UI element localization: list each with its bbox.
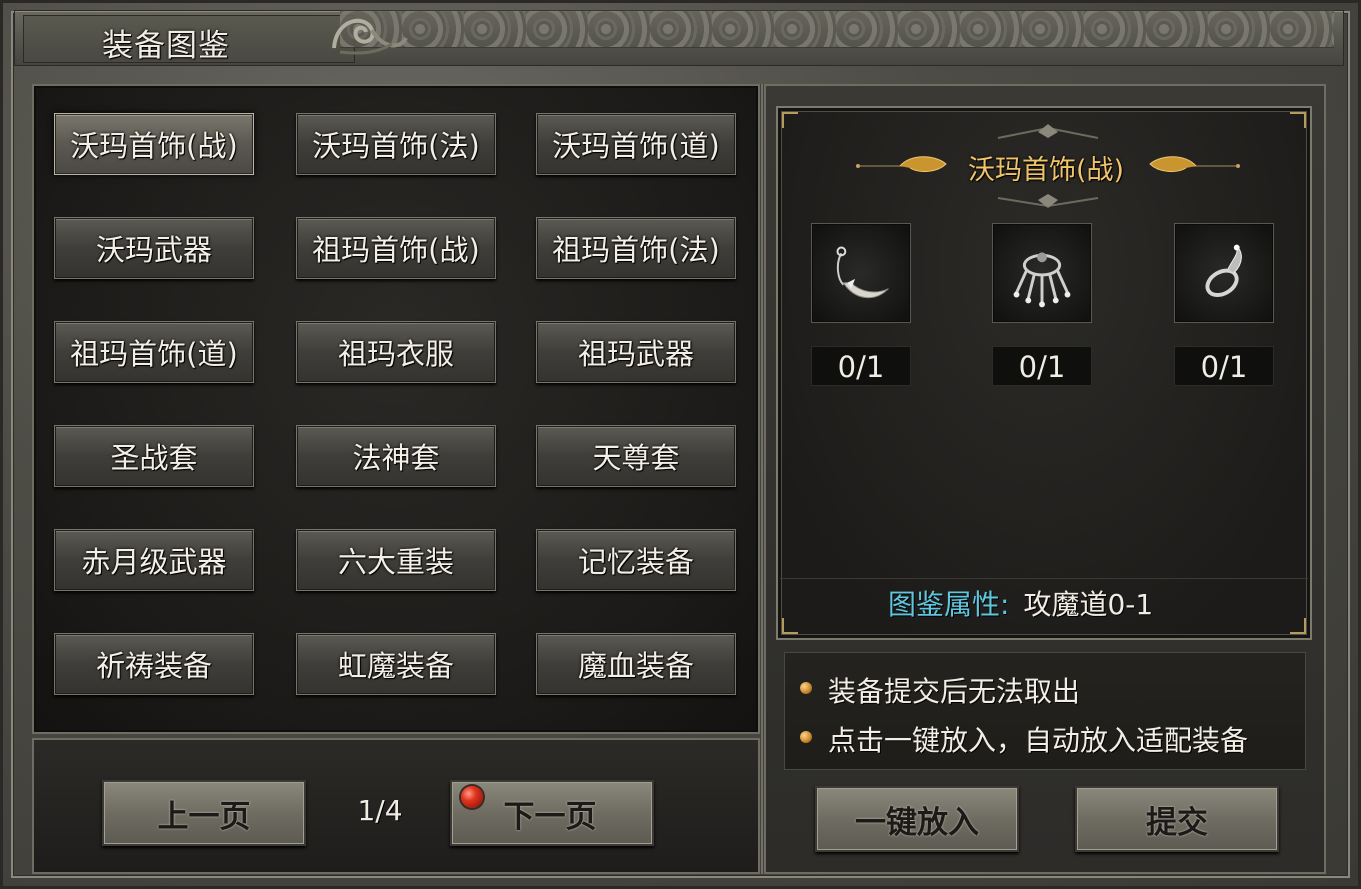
attribute-line: 图鉴属性: 攻魔道0-1: [888, 583, 1153, 623]
category-button[interactable]: 沃玛首饰(战): [54, 113, 254, 175]
attribute-divider: [780, 578, 1308, 579]
bracelet-icon: [1013, 252, 1071, 308]
attribute-label: 图鉴属性:: [888, 588, 1010, 621]
category-button[interactable]: 天尊套: [536, 425, 736, 487]
category-button[interactable]: 祖玛武器: [536, 321, 736, 383]
category-button[interactable]: 沃玛首饰(道): [536, 113, 736, 175]
corner-ornament-icon: [782, 618, 798, 634]
page-indicator: 1/4: [357, 794, 403, 827]
corner-ornament-icon: [1290, 618, 1306, 634]
category-button[interactable]: 魔血装备: [536, 633, 736, 695]
category-button[interactable]: 记忆装备: [536, 529, 736, 591]
category-button[interactable]: 沃玛首饰(法): [296, 113, 496, 175]
auto-place-button[interactable]: 一键放入: [815, 786, 1019, 852]
next-page-label: 下一页: [503, 798, 597, 835]
category-button[interactable]: 六大重装: [296, 529, 496, 591]
category-button[interactable]: 祖玛首饰(道): [54, 321, 254, 383]
attribute-value: 攻魔道0-1: [1023, 588, 1154, 621]
category-button[interactable]: 赤月级武器: [54, 529, 254, 591]
corner-ornament-icon: [1290, 112, 1306, 128]
category-button[interactable]: 祖玛首饰(法): [536, 217, 736, 279]
item-slot[interactable]: [992, 223, 1092, 323]
category-button[interactable]: 圣战套: [54, 425, 254, 487]
note-text: 点击一键放入，自动放入适配装备: [828, 724, 1249, 757]
category-button[interactable]: 虹魔装备: [296, 633, 496, 695]
item-slot[interactable]: [1174, 223, 1274, 323]
ring-icon: [1205, 244, 1242, 297]
submit-button[interactable]: 提交: [1075, 786, 1279, 852]
title-ornament-strip: [340, 10, 1334, 48]
prev-page-button[interactable]: 上一页: [102, 780, 306, 846]
item-count: 0/1: [1174, 346, 1274, 386]
item-count: 0/1: [811, 346, 911, 386]
window-title: 装备图鉴: [102, 28, 230, 64]
category-button[interactable]: 祖玛首饰(战): [296, 217, 496, 279]
note-text: 装备提交后无法取出: [828, 675, 1081, 708]
category-button[interactable]: 祖玛衣服: [296, 321, 496, 383]
detail-title: 沃玛首饰(战): [967, 155, 1125, 186]
item-slot[interactable]: [811, 223, 911, 323]
corner-ornament-icon: [782, 112, 798, 128]
category-button[interactable]: 法神套: [296, 425, 496, 487]
item-count: 0/1: [992, 346, 1092, 386]
red-indicator-icon: [461, 786, 483, 808]
note-item: 点击一键放入，自动放入适配装备: [800, 719, 1248, 759]
category-button[interactable]: 沃玛武器: [54, 217, 254, 279]
note-item: 装备提交后无法取出: [800, 670, 1080, 710]
swirl-ornament-icon: [332, 18, 408, 55]
necklace-icon: [836, 246, 889, 298]
category-button[interactable]: 祈祷装备: [54, 633, 254, 695]
